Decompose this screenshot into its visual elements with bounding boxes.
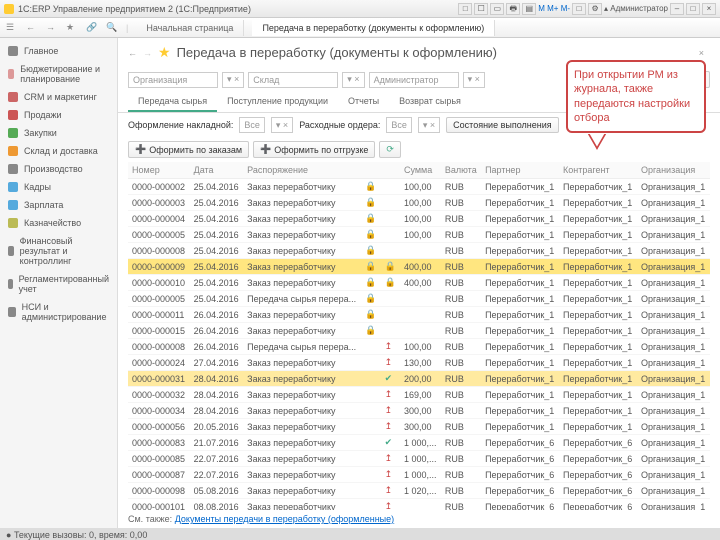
titlebar: 1С:ERP Управление предприятием 2 (1С:Пре… [0,0,720,18]
win-btn[interactable]: □ [572,3,586,15]
sidebar-item[interactable]: Производство [0,160,117,178]
toolbar: ☰ ← → ★ 🔗 🔍 | Начальная страница Передач… [0,18,720,38]
fav-star-icon[interactable]: ★ [158,44,171,61]
sidebar-item[interactable]: Кадры [0,178,117,196]
sidebar-icon [8,307,16,317]
sidebar-icon [8,182,18,192]
by-order-button[interactable]: ➕Оформить по заказам [128,141,249,158]
status-bar: ● Текущие вызовы: 0, время: 0,00 [0,528,720,540]
sidebar-icon [8,279,13,289]
sidebar-icon [8,110,18,120]
app-title: 1С:ERP Управление предприятием 2 (1С:Пре… [18,4,251,14]
table-row[interactable]: 0000-00010108.08.2016Заказ переработчику… [128,499,710,511]
sidebar-item[interactable]: Продажи [0,106,117,124]
sidebar: ГлавноеБюджетирование и планированиеCRM … [0,38,118,528]
table-row[interactable]: 0000-00003428.04.2016Заказ переработчику… [128,403,710,419]
orders-filter[interactable]: Все [386,117,412,133]
close-btn[interactable]: × [702,3,716,15]
win-btn[interactable]: □ [458,3,472,15]
by-ship-button[interactable]: ➕Оформить по отгрузке [253,141,375,158]
max-btn[interactable]: □ [686,3,700,15]
sidebar-icon [8,246,14,256]
sidebar-item[interactable]: Казначейство [0,214,117,232]
sidebar-icon [8,92,18,102]
win-btn[interactable]: ⚙ [588,3,602,15]
table-row[interactable]: 0000-00001526.04.2016Заказ переработчику… [128,323,710,339]
action-row: ➕Оформить по заказам ➕Оформить по отгруз… [118,137,720,162]
sidebar-item[interactable]: Главное [0,42,117,60]
app-icon [4,4,14,14]
table-row[interactable]: 0000-00000225.04.2016Заказ переработчику… [128,179,710,195]
table-row[interactable]: 0000-00001126.04.2016Заказ переработчику… [128,307,710,323]
table-row[interactable]: 0000-00000325.04.2016Заказ переработчику… [128,195,710,211]
back-arrow[interactable]: ← [128,48,137,58]
sidebar-item[interactable]: Бюджетирование и планирование [0,60,117,88]
search-icon[interactable]: 🔍 [106,22,118,34]
table-wrap: НомерДатаРаспоряжениеСуммаВалютаПартнерК… [118,162,720,510]
table-row[interactable]: 0000-00005620.05.2016Заказ переработчику… [128,419,710,435]
table-row[interactable]: 0000-00003228.04.2016Заказ переработчику… [128,387,710,403]
table-row[interactable]: 0000-00009805.08.2016Заказ переработчику… [128,483,710,499]
table-row[interactable]: 0000-00001025.04.2016Заказ переработчику… [128,275,710,291]
fwd-icon[interactable]: → [46,22,58,34]
table-row[interactable]: 0000-00008522.07.2016Заказ переработчику… [128,451,710,467]
close-icon[interactable]: × [693,48,710,58]
table-row[interactable]: 0000-00000525.04.2016Передача сырья пере… [128,291,710,307]
callout: При открытии РМ из журнала, также переда… [566,60,706,133]
back-icon[interactable]: ← [26,22,38,34]
win-btn[interactable]: ☐ [474,3,488,15]
menu-icon[interactable]: ☰ [6,22,18,34]
table-row[interactable]: 0000-00000925.04.2016Заказ переработчику… [128,259,710,275]
footer: См. также: Документы передачи в перерабо… [118,510,720,528]
table-row[interactable]: 0000-00000825.04.2016Заказ переработчику… [128,243,710,259]
sidebar-item[interactable]: Склад и доставка [0,142,117,160]
sidebar-icon [8,69,14,79]
tab-active[interactable]: Передача в переработку (документы к офор… [252,20,495,36]
refresh-button[interactable]: ⟳ [379,141,401,158]
fwd-arrow[interactable]: → [143,48,152,58]
subtab[interactable]: Поступление продукции [217,92,338,112]
win-btn[interactable]: ▭ [490,3,504,15]
sidebar-item[interactable]: Регламентированный учет [0,270,117,298]
min-btn[interactable]: – [670,3,684,15]
page-title: Передача в переработку (документы к офор… [177,45,497,60]
subtab[interactable]: Отчеты [338,92,389,112]
footer-link[interactable]: Документы передачи в переработку (оформл… [175,514,394,524]
data-table: НомерДатаРаспоряжениеСуммаВалютаПартнерК… [128,162,710,510]
table-row[interactable]: 0000-00003128.04.2016Заказ переработчику… [128,371,710,387]
status-button[interactable]: Состояние выполнения [446,117,558,133]
sidebar-icon [8,146,18,156]
star-icon[interactable]: ★ [66,22,78,34]
sidebar-item[interactable]: НСИ и администрирование [0,298,117,326]
all-filter[interactable]: Все [239,117,265,133]
subtab[interactable]: Передача сырья [128,92,217,112]
titlebar-right: □ ☐ ▭ 🖶 ▤ M M+ M- □ ⚙ ▴ Администратор – … [458,3,716,15]
table-row[interactable]: 0000-00000826.04.2016Передача сырья пере… [128,339,710,355]
link-icon[interactable]: 🔗 [86,22,98,34]
org-filter[interactable]: Организация [128,72,218,88]
table-row[interactable]: 0000-00000525.04.2016Заказ переработчику… [128,227,710,243]
sidebar-item[interactable]: CRM и маркетинг [0,88,117,106]
table-row[interactable]: 0000-00002427.04.2016Заказ переработчику… [128,355,710,371]
sidebar-icon [8,128,18,138]
table-row[interactable]: 0000-00008722.07.2016Заказ переработчику… [128,467,710,483]
win-btn[interactable]: ▤ [522,3,536,15]
sidebar-icon [8,46,18,56]
sidebar-item[interactable]: Финансовый результат и контроллинг [0,232,117,270]
tab-home[interactable]: Начальная страница [136,20,244,36]
sidebar-icon [8,200,18,210]
table-row[interactable]: 0000-00000425.04.2016Заказ переработчику… [128,211,710,227]
sidebar-icon [8,218,18,228]
sidebar-item[interactable]: Зарплата [0,196,117,214]
table-row[interactable]: 0000-00008321.07.2016Заказ переработчику… [128,435,710,451]
win-btn[interactable]: 🖶 [506,3,520,15]
wh-filter[interactable]: Склад [248,72,338,88]
sidebar-icon [8,164,18,174]
admin-filter[interactable]: Администратор [369,72,459,88]
sidebar-item[interactable]: Закупки [0,124,117,142]
subtab[interactable]: Возврат сырья [389,92,471,112]
